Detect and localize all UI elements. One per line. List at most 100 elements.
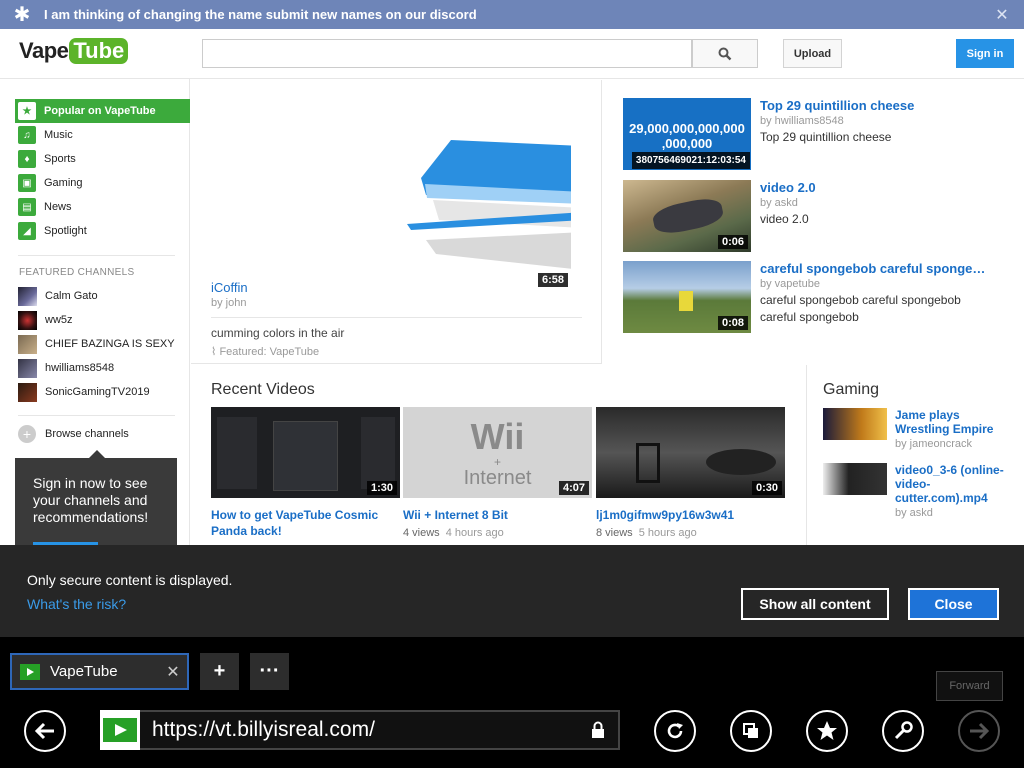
video-author[interactable]: by askd	[895, 507, 933, 519]
featured-thumbnail[interactable]: 6:58	[211, 100, 571, 290]
forward-arrow-icon	[970, 722, 990, 740]
upload-button[interactable]: Upload	[783, 39, 842, 68]
video-title[interactable]: video 2.0	[760, 180, 996, 195]
trophy-icon: ♦	[18, 150, 36, 168]
sidebar-item-gaming[interactable]: ▣ Gaming	[15, 171, 190, 195]
sidebar-item-popular[interactable]: ★ Popular on VapeTube	[15, 99, 190, 123]
video-card[interactable]: 0:30 lj1m0gifmw9py16w3w41 8 views 5 hours…	[596, 407, 785, 539]
pin-icon	[743, 723, 758, 738]
favorites-button[interactable]	[806, 710, 848, 752]
channel-item[interactable]: hwilliams8548	[18, 358, 114, 378]
channel-item[interactable]: CHIEF BAZINGA IS SEXY	[18, 334, 175, 354]
thumbnail-text: ,000,000	[661, 136, 713, 151]
video-author[interactable]: by askd	[760, 197, 798, 209]
video-title[interactable]: Jame plays Wrestling Empire	[895, 408, 1015, 436]
divider	[18, 415, 175, 416]
pin-site-button[interactable]	[730, 710, 772, 752]
video-title[interactable]: Wii + Internet 8 Bit	[403, 507, 592, 523]
video-author[interactable]: by hwilliams8548	[760, 115, 844, 127]
logo-text-tube: Tube	[69, 38, 129, 64]
recent-videos-section: Recent Videos 1:30 How to get VapeTube C…	[191, 365, 807, 549]
gaming-video-item[interactable]: video0_3-6 (online-video-cutter.com).mp4…	[823, 463, 1018, 523]
sidebar-item-spotlight[interactable]: ◢ Spotlight	[15, 219, 190, 243]
sidebar-item-music[interactable]: ♫ Music	[15, 123, 190, 147]
video-thumbnail[interactable]	[823, 408, 887, 440]
divider	[211, 317, 582, 318]
video-thumbnail[interactable]: 29,000,000,000,000 ,000,000 380756469021…	[623, 98, 751, 170]
lock-icon	[578, 721, 618, 739]
recent-videos-heading: Recent Videos	[211, 381, 315, 398]
thumbnail-image	[273, 421, 338, 491]
sign-in-button[interactable]: Sign in	[956, 39, 1014, 68]
video-card[interactable]: Wii + Internet 4:07 Wii + Internet 8 Bit…	[403, 407, 592, 539]
tab-close-icon[interactable]: ✕	[159, 662, 187, 682]
newspaper-icon: ▤	[18, 198, 36, 216]
banner-text: I am thinking of changing the name submi…	[44, 7, 477, 22]
duration-badge: 380756469021:12:03:54	[631, 152, 750, 169]
video-author[interactable]: by vapetube	[760, 278, 820, 290]
sidebar-item-label: Sports	[44, 153, 76, 165]
video-meta: 4 views 4 hours ago	[403, 527, 592, 539]
browse-channels-link[interactable]: + Browse channels	[18, 425, 129, 443]
upload-time: 5 hours ago	[638, 527, 697, 539]
video-thumbnail[interactable]: 0:06	[623, 180, 751, 252]
channel-item[interactable]: Calm Gato	[18, 286, 98, 306]
video-card[interactable]: 1:30 How to get VapeTube Cosmic Panda ba…	[211, 407, 400, 539]
video-list-item[interactable]: 0:08 careful spongebob careful sponge… b…	[623, 261, 1003, 333]
show-all-content-button[interactable]: Show all content	[741, 588, 889, 620]
gaming-video-item[interactable]: Jame plays Wrestling Empire by jameoncra…	[823, 408, 1018, 458]
page-tools-button[interactable]	[882, 710, 924, 752]
channel-item[interactable]: ww5z	[18, 310, 73, 330]
featured-by-text: Featured: VapeTube	[219, 346, 320, 358]
sidebar-item-news[interactable]: ▤ News	[15, 195, 190, 219]
thumbnail-image	[636, 443, 660, 483]
forward-button[interactable]	[958, 710, 1000, 752]
video-thumbnail[interactable]: 1:30	[211, 407, 400, 498]
video-title[interactable]: How to get VapeTube Cosmic Panda back!	[211, 507, 400, 539]
new-tab-button[interactable]: +	[200, 653, 239, 690]
video-thumbnail[interactable]: 0:30	[596, 407, 785, 498]
logo-text-vape: Vape	[19, 38, 69, 63]
video-title[interactable]: video0_3-6 (online-video-cutter.com).mp4	[895, 463, 1015, 505]
featured-title[interactable]: iCoffin	[211, 280, 248, 295]
search-icon	[718, 47, 732, 60]
sidebar-item-label: Music	[44, 129, 73, 141]
video-title[interactable]: lj1m0gifmw9py16w3w41	[596, 507, 785, 523]
banner-close-icon[interactable]: ✕	[980, 5, 1024, 25]
featured-thumbnail-image	[407, 140, 571, 269]
thumbnail-text: Wii	[470, 416, 525, 457]
channel-avatar	[18, 310, 37, 330]
featured-author[interactable]: by john	[211, 297, 246, 309]
whats-the-risk-link[interactable]: What's the risk?	[27, 596, 126, 612]
divider	[18, 255, 175, 256]
video-meta: 8 views 5 hours ago	[596, 527, 785, 539]
duration-badge: 4:07	[558, 481, 589, 495]
duration-badge: 0:30	[751, 481, 782, 495]
video-thumbnail[interactable]: 0:08	[623, 261, 751, 333]
close-notice-button[interactable]: Close	[908, 588, 999, 620]
thumbnail-image	[361, 417, 395, 489]
video-list-item[interactable]: 0:06 video 2.0 by askd video 2.0	[623, 180, 1003, 252]
channel-item[interactable]: SonicGamingTV2019	[18, 382, 150, 402]
vapetube-logo[interactable]: Vape Tube	[19, 38, 129, 64]
address-bar[interactable]: https://vt.billyisreal.com/	[100, 710, 620, 750]
thumbnail-image	[650, 195, 726, 237]
url-text[interactable]: https://vt.billyisreal.com/	[140, 718, 578, 742]
video-thumbnail[interactable]: Wii + Internet 4:07	[403, 407, 592, 498]
video-title[interactable]: Top 29 quintillion cheese	[760, 98, 996, 113]
video-title[interactable]: careful spongebob careful sponge…	[760, 261, 996, 276]
browser-tab[interactable]: VapeTube ✕	[10, 653, 189, 690]
sidebar-item-sports[interactable]: ♦ Sports	[15, 147, 190, 171]
video-author[interactable]: by jameoncrack	[895, 438, 972, 450]
sidebar-item-label: Spotlight	[44, 225, 87, 237]
view-count: 8 views	[596, 527, 633, 539]
video-thumbnail[interactable]	[823, 463, 887, 495]
search-input[interactable]	[202, 39, 692, 68]
refresh-button[interactable]	[654, 710, 696, 752]
back-button[interactable]	[24, 710, 66, 752]
video-list-item[interactable]: 29,000,000,000,000 ,000,000 380756469021…	[623, 98, 1003, 170]
search-button[interactable]	[692, 39, 758, 68]
featured-channels-heading: FEATURED CHANNELS	[19, 267, 135, 278]
channel-name: hwilliams8548	[45, 362, 115, 374]
tab-options-button[interactable]: ···	[250, 653, 289, 690]
